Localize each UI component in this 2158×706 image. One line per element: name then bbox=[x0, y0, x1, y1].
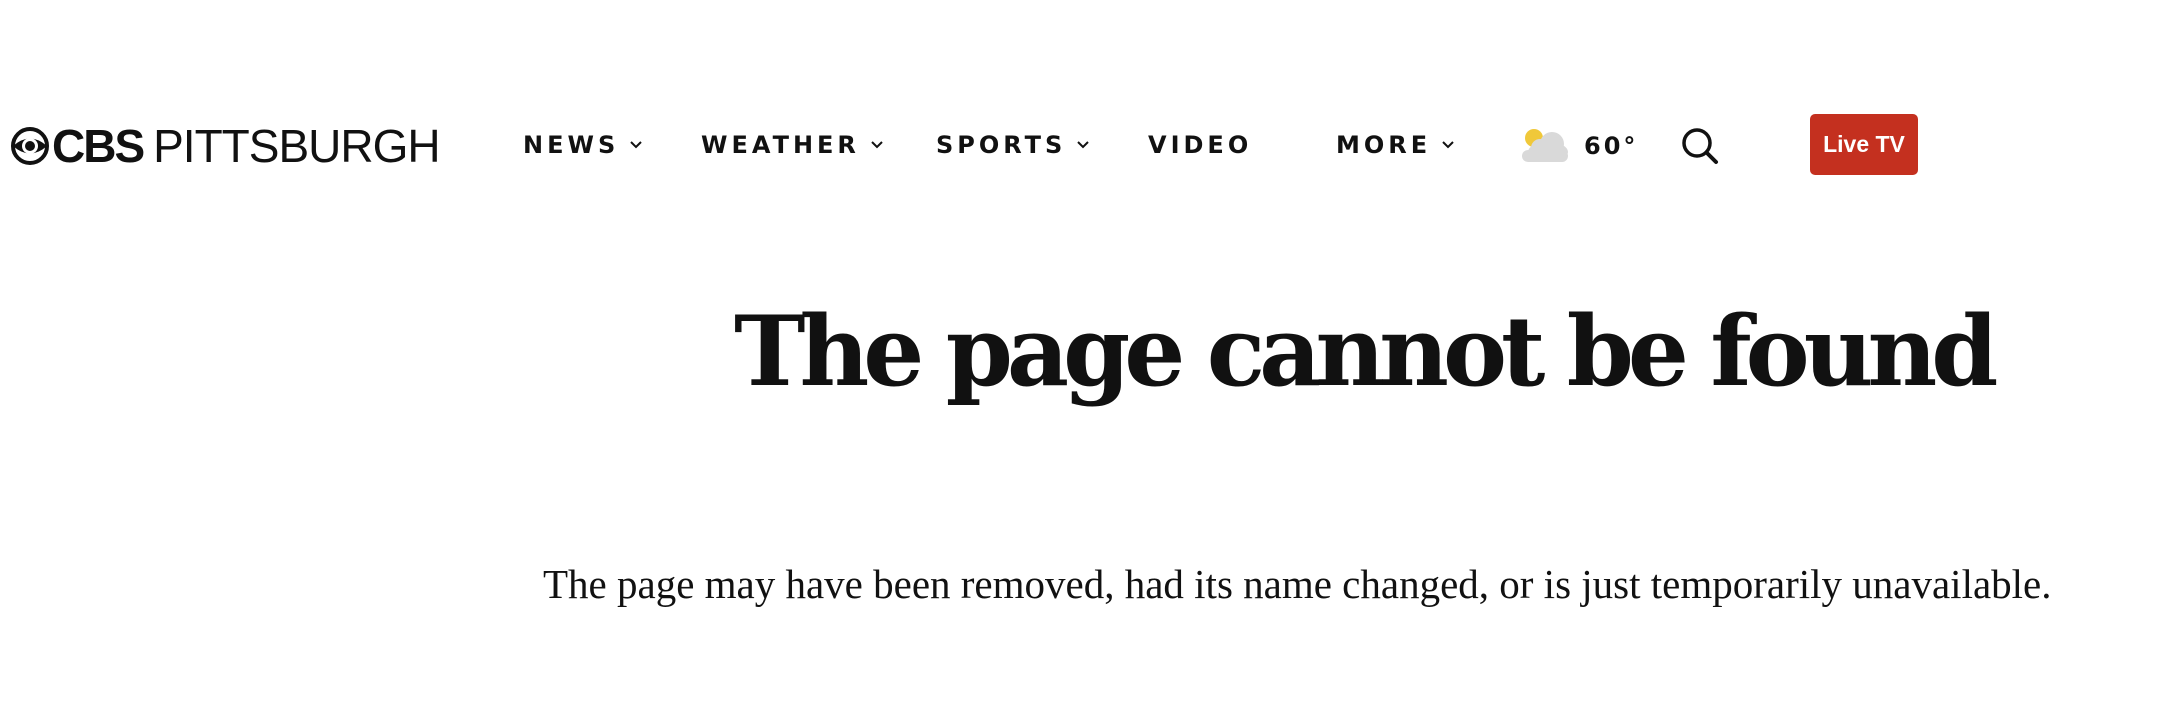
cbs-eye-icon bbox=[11, 127, 49, 165]
chevron-down-icon bbox=[1077, 141, 1090, 149]
nav-item-more[interactable]: MORE bbox=[1336, 130, 1455, 160]
logo-brand-text: CBS bbox=[52, 120, 145, 172]
chevron-down-icon bbox=[871, 141, 883, 149]
logo-city-text: PITTSBURGH bbox=[153, 120, 440, 172]
nav-item-video[interactable]: VIDEO bbox=[1148, 130, 1252, 160]
live-tv-button[interactable]: Live TV bbox=[1810, 114, 1918, 175]
page-title: The page cannot be found bbox=[734, 295, 1998, 408]
site-header: CBS PITTSBURGH NEWS WEATHER SPORTS VIDEO… bbox=[0, 100, 2158, 190]
partly-cloudy-icon bbox=[1522, 129, 1568, 162]
nav-item-label: WEATHER bbox=[701, 131, 860, 159]
nav-item-label: SPORTS bbox=[936, 131, 1067, 159]
error-message: The page may have been removed, had its … bbox=[543, 561, 2052, 607]
nav-item-label: MORE bbox=[1336, 131, 1432, 159]
nav-item-label: NEWS bbox=[523, 131, 620, 159]
cbs-pittsburgh-logo[interactable]: CBS PITTSBURGH bbox=[10, 120, 441, 172]
search-button[interactable] bbox=[1680, 126, 1720, 166]
nav-item-weather[interactable]: WEATHER bbox=[701, 130, 884, 160]
temperature-value: 60° bbox=[1584, 132, 1639, 160]
nav-item-label: VIDEO bbox=[1148, 131, 1253, 159]
chevron-down-icon bbox=[1442, 141, 1454, 149]
nav-item-sports[interactable]: SPORTS bbox=[936, 130, 1090, 160]
nav-item-news[interactable]: NEWS bbox=[523, 130, 643, 160]
chevron-down-icon bbox=[630, 141, 642, 149]
search-icon bbox=[1682, 128, 1718, 164]
weather-widget[interactable]: 60° bbox=[1516, 126, 1638, 166]
